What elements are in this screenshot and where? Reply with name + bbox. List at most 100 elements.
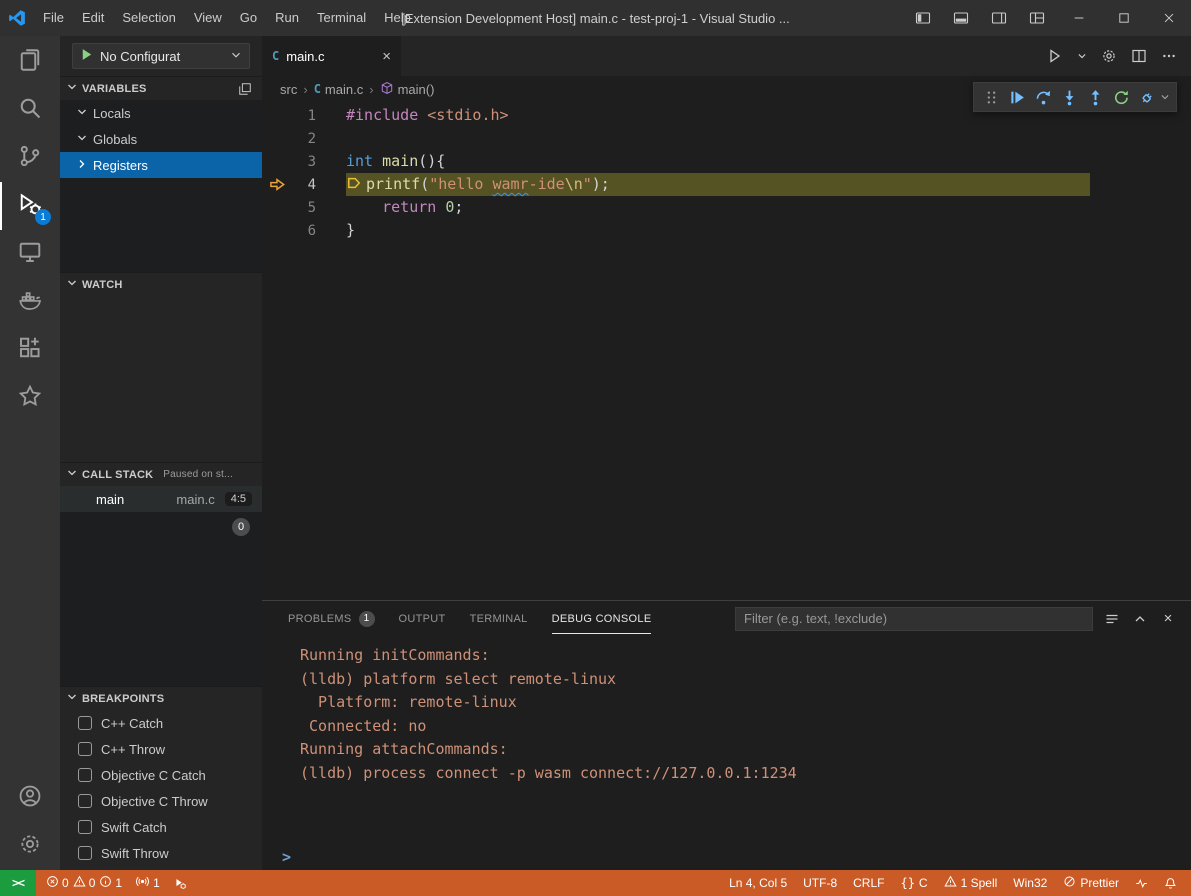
notifications-bell-icon[interactable] xyxy=(1164,877,1177,890)
more-actions-icon[interactable] xyxy=(1161,48,1177,64)
stack-frame-row[interactable]: main main.c 4:5 xyxy=(60,486,262,512)
chevron-down-icon xyxy=(229,48,243,65)
step-into-icon[interactable] xyxy=(1056,84,1082,110)
activity-extensions[interactable] xyxy=(0,326,60,374)
debug-console-input[interactable]: > xyxy=(262,844,1191,870)
restart-icon[interactable] xyxy=(1108,84,1134,110)
gear-icon[interactable] xyxy=(1101,48,1117,64)
panel-menu-icon[interactable] xyxy=(1101,608,1123,630)
panel-tab-debug-console[interactable]: DEBUG CONSOLE xyxy=(552,601,652,636)
breadcrumb-item-main-c[interactable]: Cmain.c xyxy=(314,82,364,97)
breakpoint-checkbox[interactable] xyxy=(78,846,92,860)
split-editor-icon[interactable] xyxy=(1131,48,1147,64)
activity-remote-explorer[interactable] xyxy=(0,230,60,278)
panel-tab-terminal[interactable]: TERMINAL xyxy=(470,601,528,636)
menu-terminal[interactable]: Terminal xyxy=(308,0,375,36)
eol-indicator[interactable]: CRLF xyxy=(853,876,884,890)
activity-explorer[interactable] xyxy=(0,38,60,86)
tab-bar: C main.c × xyxy=(262,36,1191,76)
breadcrumb-item-src[interactable]: src xyxy=(280,82,297,97)
activity-account[interactable] xyxy=(0,774,60,822)
breakpoint-objective-c-throw[interactable]: Objective C Throw xyxy=(60,788,262,814)
misc-status-icon[interactable] xyxy=(1135,877,1148,890)
variables-item-locals[interactable]: Locals xyxy=(60,100,262,126)
activity-run-debug[interactable]: 1 xyxy=(0,182,60,230)
start-debug-icon[interactable] xyxy=(79,47,94,65)
breakpoint-c-catch[interactable]: C++ Catch xyxy=(60,710,262,736)
variables-item-registers[interactable]: Registers xyxy=(60,152,262,178)
step-out-icon[interactable] xyxy=(1082,84,1108,110)
code-line-content: #include <stdio.h> xyxy=(346,104,509,127)
platform-indicator[interactable]: Win32 xyxy=(1013,876,1047,890)
menu-go[interactable]: Go xyxy=(231,0,266,36)
watch-section-header[interactable]: WATCH xyxy=(60,272,262,296)
menu-selection[interactable]: Selection xyxy=(113,0,184,36)
panel-close-icon[interactable]: × xyxy=(1157,608,1179,630)
run-or-debug-icon[interactable] xyxy=(1047,48,1063,64)
extensions-icon xyxy=(18,336,42,365)
menu-file[interactable]: File xyxy=(34,0,73,36)
toggle-primary-sidebar-icon[interactable] xyxy=(904,0,942,36)
code-line-5[interactable]: 5 return 0; xyxy=(262,196,1191,219)
cursor-position[interactable]: Ln 4, Col 5 xyxy=(729,876,787,890)
breakpoints-list: C++ CatchC++ ThrowObjective C CatchObjec… xyxy=(60,710,262,866)
code-token: (){ xyxy=(418,152,445,170)
debug-config-dropdown[interactable]: No Configurat xyxy=(72,43,250,69)
chevron-down-icon[interactable] xyxy=(1160,92,1172,102)
code-editor[interactable]: 1#include <stdio.h>23int main(){4printf(… xyxy=(262,102,1191,600)
code-line-2[interactable]: 2 xyxy=(262,127,1191,150)
prettier-status[interactable]: Prettier xyxy=(1063,875,1119,891)
code-line-3[interactable]: 3int main(){ xyxy=(262,150,1191,173)
ports-status[interactable]: 1 xyxy=(136,875,160,891)
debug-status-icon[interactable] xyxy=(174,877,187,890)
breakpoint-checkbox[interactable] xyxy=(78,716,92,730)
breakpoints-section-header[interactable]: BREAKPOINTS xyxy=(60,686,262,710)
breakpoint-c-throw[interactable]: C++ Throw xyxy=(60,736,262,762)
panel-tab-problems[interactable]: PROBLEMS1 xyxy=(288,601,375,636)
variables-item-globals[interactable]: Globals xyxy=(60,126,262,152)
activity-source-control[interactable] xyxy=(0,134,60,182)
tab-close-icon[interactable]: × xyxy=(382,48,391,65)
close-button[interactable] xyxy=(1146,0,1191,36)
spell-status[interactable]: 1 Spell xyxy=(944,875,998,891)
frame-position-badge: 4:5 xyxy=(225,492,252,506)
language-indicator[interactable]: {} C xyxy=(900,876,927,890)
console-filter-input[interactable] xyxy=(735,607,1093,631)
customize-layout-icon[interactable] xyxy=(1018,0,1056,36)
inline-breakpoint-icon[interactable] xyxy=(346,175,364,191)
activity-search[interactable] xyxy=(0,86,60,134)
breakpoint-objective-c-catch[interactable]: Objective C Catch xyxy=(60,762,262,788)
step-over-icon[interactable] xyxy=(1030,84,1056,110)
breakpoint-swift-catch[interactable]: Swift Catch xyxy=(60,814,262,840)
toggle-panel-icon[interactable] xyxy=(942,0,980,36)
chevron-down-icon[interactable] xyxy=(1077,51,1087,61)
minimize-button[interactable] xyxy=(1056,0,1101,36)
menu-edit[interactable]: Edit xyxy=(73,0,113,36)
activity-docker[interactable] xyxy=(0,278,60,326)
encoding-indicator[interactable]: UTF-8 xyxy=(803,876,837,890)
collapse-all-icon[interactable] xyxy=(238,82,252,96)
code-line-4[interactable]: 4printf("hello wamr-ide\n"); xyxy=(262,173,1191,196)
panel-tab-output[interactable]: OUTPUT xyxy=(399,601,446,636)
menu-view[interactable]: View xyxy=(185,0,231,36)
activity-settings[interactable] xyxy=(0,822,60,870)
tab-main-c[interactable]: C main.c × xyxy=(262,36,402,76)
problems-status[interactable]: 0 0 1 xyxy=(46,875,122,891)
chevron-up-icon[interactable] xyxy=(1129,608,1151,630)
breakpoint-checkbox[interactable] xyxy=(78,820,92,834)
activity-favorites[interactable] xyxy=(0,374,60,422)
maximize-button[interactable] xyxy=(1101,0,1146,36)
breadcrumb-item-main[interactable]: main() xyxy=(380,81,435,98)
menu-run[interactable]: Run xyxy=(266,0,308,36)
breakpoint-checkbox[interactable] xyxy=(78,794,92,808)
code-line-6[interactable]: 6} xyxy=(262,219,1191,242)
breakpoint-checkbox[interactable] xyxy=(78,742,92,756)
breakpoint-swift-throw[interactable]: Swift Throw xyxy=(60,840,262,866)
disconnect-icon[interactable] xyxy=(1134,84,1160,110)
toggle-secondary-sidebar-icon[interactable] xyxy=(980,0,1018,36)
variables-section-header[interactable]: VARIABLES xyxy=(60,76,262,100)
continue-icon[interactable] xyxy=(1004,84,1030,110)
breakpoint-checkbox[interactable] xyxy=(78,768,92,782)
call-stack-section-header[interactable]: CALL STACK Paused on st... xyxy=(60,462,262,486)
remote-indicator[interactable]: >< xyxy=(0,870,36,896)
